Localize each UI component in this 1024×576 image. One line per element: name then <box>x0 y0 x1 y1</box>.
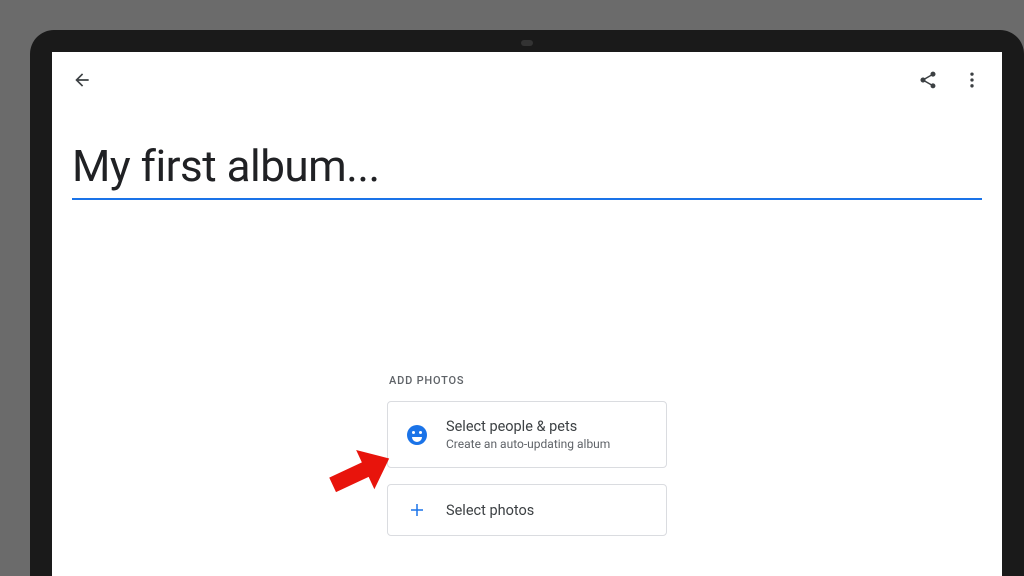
back-button[interactable] <box>72 70 92 90</box>
option-subtitle: Create an auto-updating album <box>446 437 610 451</box>
album-title-input[interactable] <box>72 140 982 200</box>
add-photos-label: ADD PHOTOS <box>387 374 667 387</box>
top-right-actions <box>918 70 982 90</box>
option-title: Select photos <box>446 502 534 519</box>
option-text: Select photos <box>446 502 534 519</box>
share-icon <box>918 70 938 90</box>
laptop-frame: ADD PHOTOS Select people & pets Create a… <box>30 30 1024 576</box>
top-bar <box>52 52 1002 100</box>
share-button[interactable] <box>918 70 938 90</box>
back-arrow-icon <box>72 70 92 90</box>
more-options-button[interactable] <box>962 70 982 90</box>
red-arrow-icon <box>314 437 394 517</box>
title-area <box>52 100 1002 200</box>
select-people-pets-option[interactable]: Select people & pets Create an auto-upda… <box>387 401 667 468</box>
option-text: Select people & pets Create an auto-upda… <box>446 418 610 451</box>
face-icon-wrap <box>406 425 428 445</box>
plus-icon <box>408 501 426 519</box>
add-photos-section: ADD PHOTOS Select people & pets Create a… <box>387 374 667 552</box>
plus-icon-wrap <box>406 501 428 519</box>
face-icon <box>407 425 427 445</box>
select-photos-option[interactable]: Select photos <box>387 484 667 536</box>
laptop-camera <box>521 40 533 46</box>
app-screen: ADD PHOTOS Select people & pets Create a… <box>52 52 1002 576</box>
option-title: Select people & pets <box>446 418 610 435</box>
more-vertical-icon <box>962 70 982 90</box>
tutorial-pointer-arrow <box>314 437 394 521</box>
